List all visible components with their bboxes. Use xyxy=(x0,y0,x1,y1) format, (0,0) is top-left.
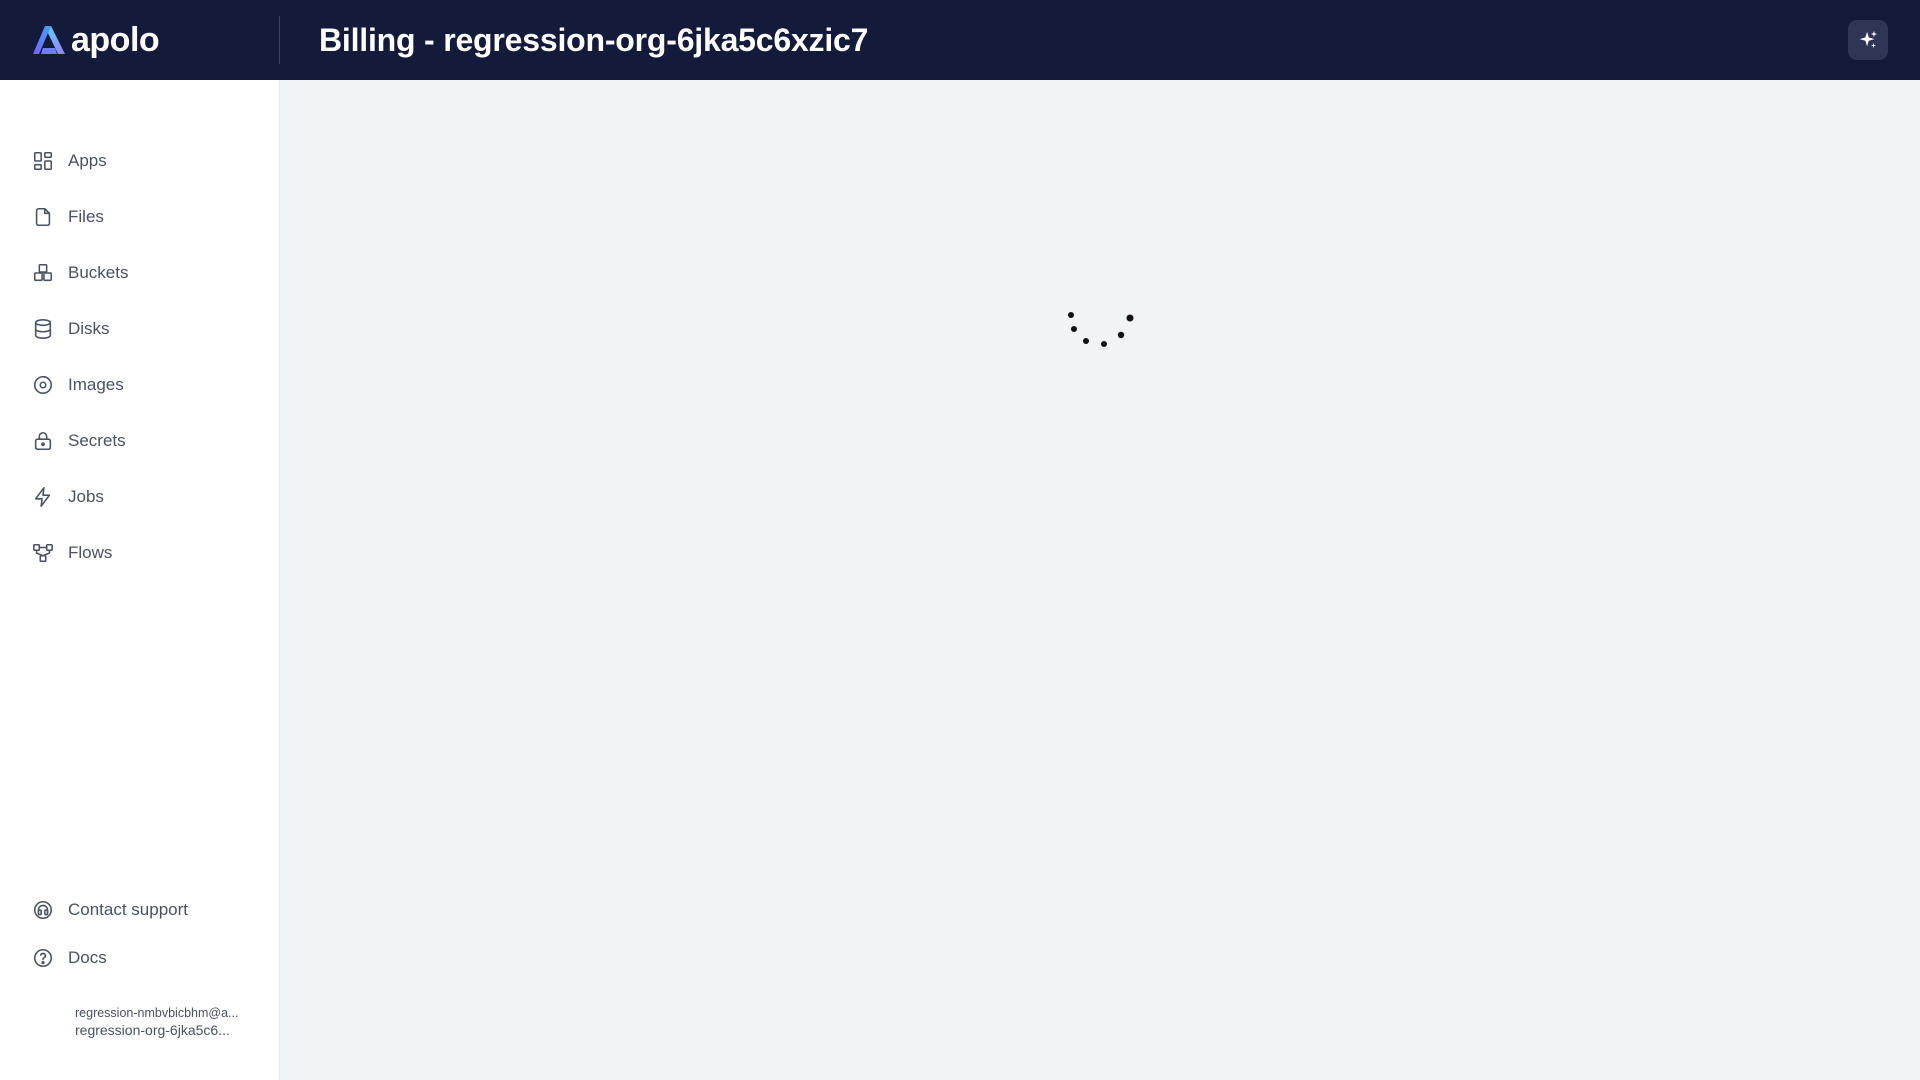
user-org: regression-org-6jka5c6... xyxy=(75,1022,230,1038)
grid-icon xyxy=(33,151,53,171)
sidebar: Apps Files Buckets Disks Images Secrets … xyxy=(0,80,280,1080)
sidebar-item-contact-support[interactable]: Contact support xyxy=(0,886,280,934)
sidebar-item-buckets[interactable]: Buckets xyxy=(0,245,280,301)
headset-icon xyxy=(33,900,53,920)
sidebar-item-label: Files xyxy=(68,207,104,226)
sidebar-item-label: Buckets xyxy=(68,263,129,282)
sidebar-item-label: Secrets xyxy=(68,431,126,450)
file-icon xyxy=(35,207,51,227)
disc-icon xyxy=(33,375,53,395)
database-icon xyxy=(34,319,52,339)
brand-name: apolo xyxy=(71,20,160,59)
flow-icon xyxy=(33,543,53,563)
sidebar-item-images[interactable]: Images xyxy=(0,357,280,413)
main-content xyxy=(281,80,1920,1080)
buckets-icon xyxy=(33,263,53,282)
lock-icon xyxy=(34,431,52,451)
sidebar-item-disks[interactable]: Disks xyxy=(0,301,280,357)
sidebar-item-flows[interactable]: Flows xyxy=(0,525,280,581)
sidebar-item-label: Docs xyxy=(68,948,107,967)
page-title: Billing - regression-org-6jka5c6xzic7 xyxy=(319,21,869,58)
question-circle-icon xyxy=(33,948,53,968)
ai-assistant-button[interactable] xyxy=(1848,20,1888,60)
sidebar-item-label: Apps xyxy=(68,151,107,170)
lightning-icon xyxy=(34,487,51,507)
sidebar-item-secrets[interactable]: Secrets xyxy=(0,413,280,469)
top-bar: apolo Billing - regression-org-6jka5c6xz… xyxy=(0,0,1920,80)
logo[interactable]: apolo xyxy=(0,16,280,64)
sidebar-item-label: Flows xyxy=(68,543,113,562)
user-email: regression-nmbvbicbhm@a... xyxy=(75,1006,239,1020)
user-account[interactable]: regression-nmbvbicbhm@a... regression-or… xyxy=(75,1005,255,1039)
sidebar-item-docs[interactable]: Docs xyxy=(0,934,280,982)
sidebar-item-files[interactable]: Files xyxy=(0,189,280,245)
apolo-logo-icon xyxy=(33,26,65,54)
sidebar-item-label: Images xyxy=(68,375,124,394)
sparkles-icon xyxy=(1859,30,1878,49)
sidebar-item-apps[interactable]: Apps xyxy=(0,133,280,189)
sidebar-bottom-nav: Contact support Docs xyxy=(0,886,280,982)
sidebar-item-label: Contact support xyxy=(68,900,189,919)
loading-spinner-icon xyxy=(1068,312,1134,347)
sidebar-item-label: Jobs xyxy=(68,487,104,506)
sidebar-item-jobs[interactable]: Jobs xyxy=(0,469,280,525)
sidebar-item-label: Disks xyxy=(68,319,110,338)
sidebar-nav: Apps Files Buckets Disks Images Secrets … xyxy=(0,133,280,581)
